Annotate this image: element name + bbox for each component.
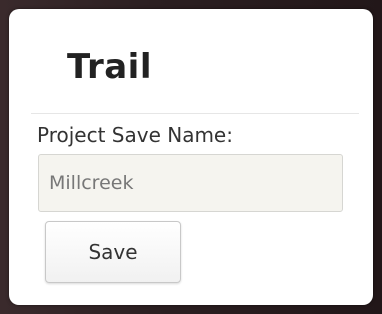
save-button[interactable]: Save [45,221,181,283]
trail-panel: Trail Project Save Name: Save [9,9,373,305]
panel-title: Trail [67,47,152,87]
project-save-name-label: Project Save Name: [37,123,233,147]
project-save-name-input[interactable] [38,154,343,212]
title-divider [31,113,359,114]
